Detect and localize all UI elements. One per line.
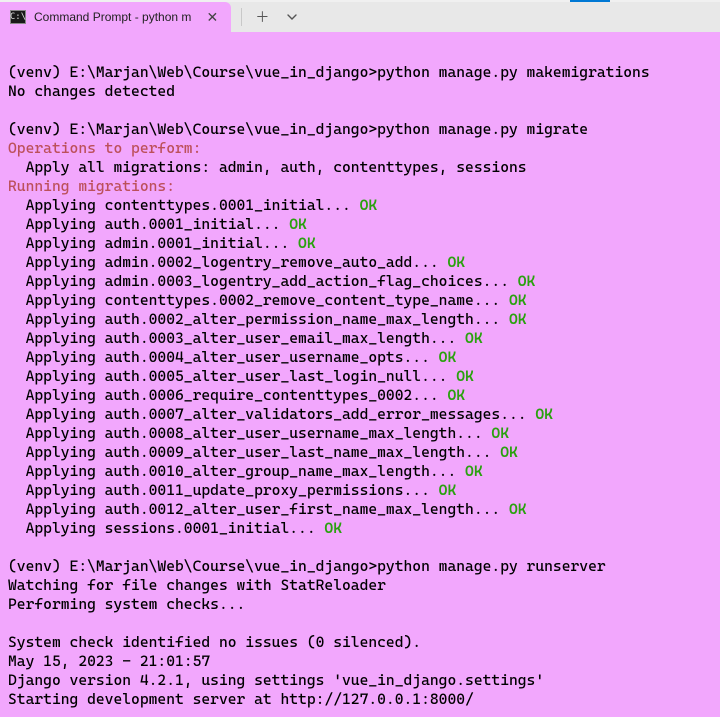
terminal-line: Applying auth.0002_alter_permission_name… (8, 310, 712, 329)
terminal-line: Applying auth.0006_require_contenttypes_… (8, 386, 712, 405)
terminal-line: Applying admin.0001_initial... OK (8, 234, 712, 253)
accent-indicator (570, 0, 610, 2)
terminal-line: Applying contenttypes.0001_initial... OK (8, 196, 712, 215)
terminal-line: Performing system checks... (8, 595, 712, 614)
terminal-line: Django version 4.2.1, using settings 'vu… (8, 671, 712, 690)
tab-dropdown-button[interactable] (278, 3, 306, 31)
terminal-line: Applying admin.0003_logentry_add_action_… (8, 272, 712, 291)
terminal-line: Applying contenttypes.0002_remove_conten… (8, 291, 712, 310)
terminal-line: Operations to perform: (8, 139, 712, 158)
terminal-line: Applying auth.0001_initial... OK (8, 215, 712, 234)
terminal-line: (venv) E:\Marjan\Web\Course\vue_in_djang… (8, 557, 712, 576)
terminal-line: Applying auth.0008_alter_user_username_m… (8, 424, 712, 443)
window-top-edge (0, 0, 720, 2)
terminal-line: Applying auth.0011_update_proxy_permissi… (8, 481, 712, 500)
terminal-line: Applying auth.0009_alter_user_last_name_… (8, 443, 712, 462)
terminal-line: Apply all migrations: admin, auth, conte… (8, 158, 712, 177)
blank-line (8, 101, 712, 120)
terminal-body[interactable]: (venv) E:\Marjan\Web\Course\vue_in_djang… (0, 32, 720, 717)
terminal-line: System check identified no issues (0 sil… (8, 633, 712, 652)
tabbar-actions: ＋ (231, 3, 306, 31)
new-tab-button[interactable]: ＋ (248, 3, 276, 31)
blank-line (8, 538, 712, 557)
terminal-line: Watching for file changes with StatReloa… (8, 576, 712, 595)
terminal-line: Applying sessions.0001_initial... OK (8, 519, 712, 538)
terminal-line: Applying auth.0007_alter_validators_add_… (8, 405, 712, 424)
terminal-line: Applying auth.0005_alter_user_last_login… (8, 367, 712, 386)
cmd-icon: C:\ (10, 10, 26, 24)
terminal-line: Applying admin.0002_logentry_remove_auto… (8, 253, 712, 272)
tab-title: Command Prompt - python m (34, 10, 191, 24)
terminal-line: Applying auth.0010_alter_group_name_max_… (8, 462, 712, 481)
terminal-line: (venv) E:\Marjan\Web\Course\vue_in_djang… (8, 120, 712, 139)
terminal-line: Applying auth.0012_alter_user_first_name… (8, 500, 712, 519)
terminal-line: May 15, 2023 - 21:01:57 (8, 652, 712, 671)
close-icon[interactable]: ✕ (203, 8, 221, 26)
terminal-line: Running migrations: (8, 177, 712, 196)
terminal-line: No changes detected (8, 82, 712, 101)
terminal-line: (venv) E:\Marjan\Web\Course\vue_in_djang… (8, 63, 712, 82)
terminal-line: Applying auth.0003_alter_user_email_max_… (8, 329, 712, 348)
terminal-line: Applying auth.0004_alter_user_username_o… (8, 348, 712, 367)
chevron-down-icon (287, 14, 297, 20)
blank-line (8, 44, 712, 63)
tab-bar: C:\ Command Prompt - python m ✕ ＋ (0, 2, 720, 32)
blank-line (8, 614, 712, 633)
terminal-tab[interactable]: C:\ Command Prompt - python m ✕ (0, 2, 231, 32)
terminal-line: Starting development server at http://12… (8, 690, 712, 709)
divider (241, 8, 242, 26)
